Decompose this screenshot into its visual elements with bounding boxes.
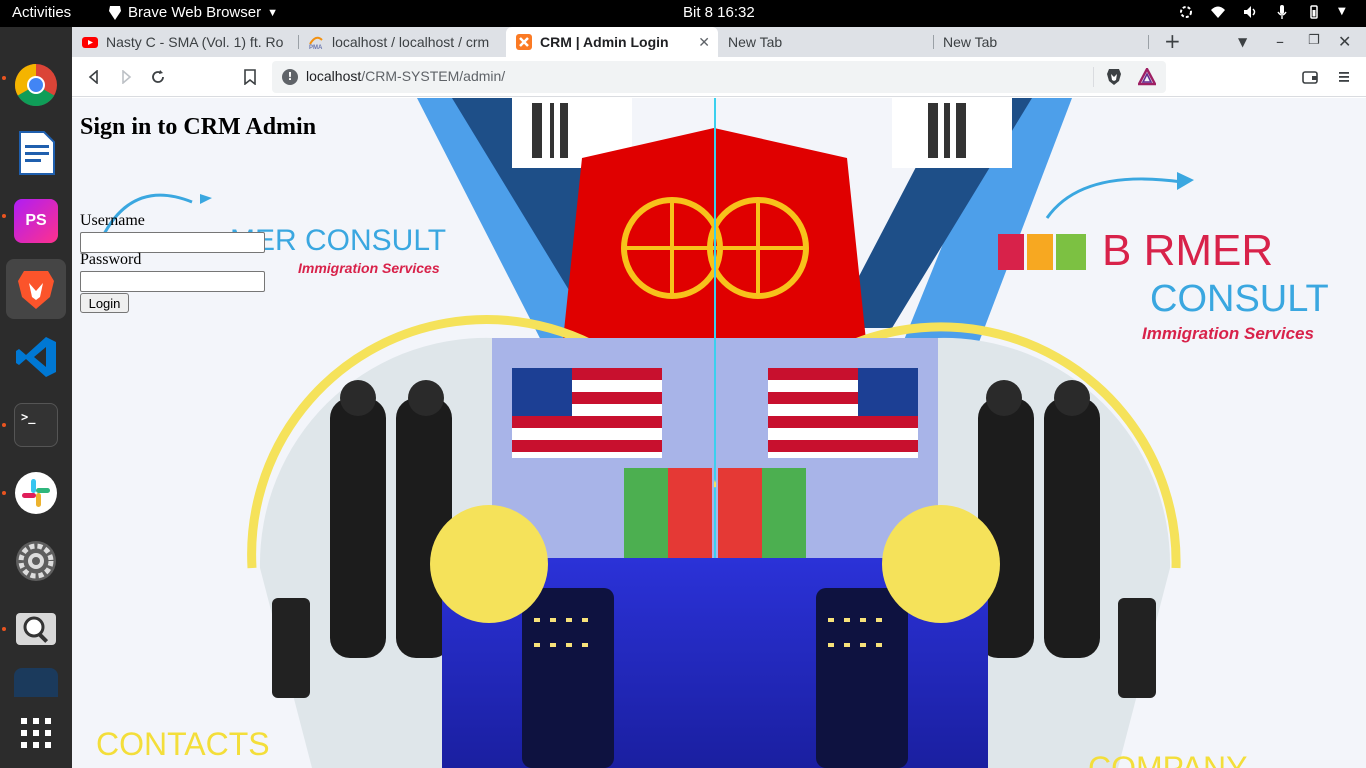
page-title: Sign in to CRM Admin: [80, 114, 317, 140]
dock-show-apps[interactable]: [6, 703, 66, 763]
browser-toolbar: ! localhost/CRM-SYSTEM/admin/: [72, 57, 1366, 97]
site-info-icon[interactable]: !: [282, 69, 298, 85]
phpmyadmin-icon: PMA: [309, 36, 323, 50]
maximize-icon[interactable]: ❐: [1308, 33, 1320, 48]
brave-small-icon: [109, 5, 121, 20]
dock-settings[interactable]: [6, 531, 66, 591]
company-heading: COMPANY: [1088, 750, 1248, 768]
show-apps-icon: [21, 718, 51, 748]
close-window-icon[interactable]: ✕: [1338, 32, 1351, 51]
phpstorm-icon: PS: [14, 199, 58, 243]
network-activity-icon: [1178, 4, 1194, 20]
power-menu-icon: ▼: [1338, 6, 1346, 17]
vscode-icon: [16, 337, 56, 377]
tab-label: localhost / localhost / crm: [332, 34, 490, 50]
wifi-icon: [1210, 4, 1226, 20]
brand-right-title: B RMER: [1102, 226, 1274, 275]
clock[interactable]: Bit 8 16:32: [683, 4, 755, 21]
dock-writer[interactable]: [6, 123, 66, 183]
wallet-icon[interactable]: [1299, 66, 1321, 88]
youtube-icon: [82, 37, 98, 48]
dock-app-partial[interactable]: [6, 667, 66, 697]
system-top-bar: Activities Brave Web Browser ▼ Bit 8 16:…: [0, 0, 1366, 27]
activities-button[interactable]: Activities: [12, 4, 71, 21]
tab-search-chevron-icon[interactable]: ▼: [1238, 35, 1247, 49]
new-tab-plus-icon[interactable]: +: [1164, 29, 1181, 53]
tab-crm-admin-login[interactable]: CRM | Admin Login ✕: [506, 27, 718, 57]
address-bar[interactable]: ! localhost/CRM-SYSTEM/admin/: [272, 61, 1166, 93]
dock-slack[interactable]: [6, 463, 66, 523]
web-page: MER CONSULT Immigration Services B RMER …: [72, 98, 1366, 768]
us-flag-right: [768, 368, 918, 458]
volume-icon: [1242, 4, 1258, 20]
battery-icon: [1306, 4, 1322, 20]
brand-right-subtitle: Immigration Services: [1142, 324, 1314, 343]
dock-chrome[interactable]: [6, 55, 66, 115]
xampp-icon: [516, 34, 532, 50]
slack-icon: [15, 472, 57, 514]
username-label: Username: [80, 212, 145, 229]
brave-rewards-icon[interactable]: [1137, 66, 1157, 90]
browser-window: Nasty C - SMA (Vol. 1) ft. Ro PMA localh…: [72, 27, 1366, 768]
svg-text:PMA: PMA: [309, 45, 323, 50]
close-tab-icon[interactable]: ✕: [698, 34, 710, 51]
url-host: localhost: [306, 68, 362, 84]
minimize-icon[interactable]: –: [1276, 32, 1284, 51]
tab-new-tab-2[interactable]: New Tab: [933, 27, 1148, 57]
password-label: Password: [80, 251, 142, 268]
tab-label: Nasty C - SMA (Vol. 1) ft. Ro: [106, 34, 284, 50]
chevron-down-icon: ▼: [267, 6, 278, 19]
url-text[interactable]: localhost/CRM-SYSTEM/admin/: [306, 68, 505, 84]
login-button[interactable]: Login: [80, 293, 129, 313]
tab-new-tab-1[interactable]: New Tab: [718, 27, 933, 57]
tab-label: New Tab: [943, 34, 998, 50]
tab-youtube[interactable]: Nasty C - SMA (Vol. 1) ft. Ro: [72, 27, 298, 57]
dock-vscode[interactable]: [6, 327, 66, 387]
dock: PS >_: [0, 27, 72, 768]
chrome-icon: [14, 63, 57, 107]
system-tray[interactable]: ▼: [1178, 4, 1354, 20]
background-image: [72, 98, 1366, 768]
dock-screenshot[interactable]: [6, 599, 66, 659]
dock-phpstorm[interactable]: PS: [6, 191, 66, 251]
brand-right-consult: CONSULT: [1150, 278, 1329, 320]
us-flag-left: [512, 368, 662, 458]
dock-terminal[interactable]: >_: [6, 395, 66, 455]
app-menu-label: Brave Web Browser: [128, 4, 262, 21]
brave-shields-icon[interactable]: [1106, 68, 1122, 90]
brave-icon: [18, 271, 54, 309]
dock-brave[interactable]: [6, 259, 66, 319]
terminal-icon: >_: [14, 403, 58, 447]
forward-icon[interactable]: [115, 66, 137, 88]
libreoffice-writer-icon: [19, 131, 55, 175]
omnibox-divider: [1093, 67, 1094, 87]
menu-icon[interactable]: [1333, 66, 1355, 88]
tab-label: New Tab: [728, 34, 783, 50]
reload-icon[interactable]: [147, 66, 169, 88]
tab-label: CRM | Admin Login: [540, 34, 669, 50]
bookmark-icon[interactable]: [239, 66, 261, 88]
brand-left-subtitle: Immigration Services: [298, 260, 440, 276]
url-path: /CRM-SYSTEM/admin/: [361, 68, 506, 84]
screenshot-icon: [16, 613, 56, 645]
microphone-icon: [1274, 4, 1290, 20]
back-icon[interactable]: [83, 66, 105, 88]
contacts-heading: CONTACTS: [96, 726, 270, 762]
tab-phpmyadmin[interactable]: PMA localhost / localhost / crm: [298, 27, 506, 57]
app-menu[interactable]: Brave Web Browser ▼: [108, 4, 278, 21]
username-input[interactable]: [80, 232, 265, 253]
password-input[interactable]: [80, 271, 265, 292]
settings-icon: [16, 541, 56, 581]
tab-strip: Nasty C - SMA (Vol. 1) ft. Ro PMA localh…: [72, 27, 1366, 57]
app-icon: [14, 668, 58, 697]
tab-separator: [1148, 35, 1149, 49]
